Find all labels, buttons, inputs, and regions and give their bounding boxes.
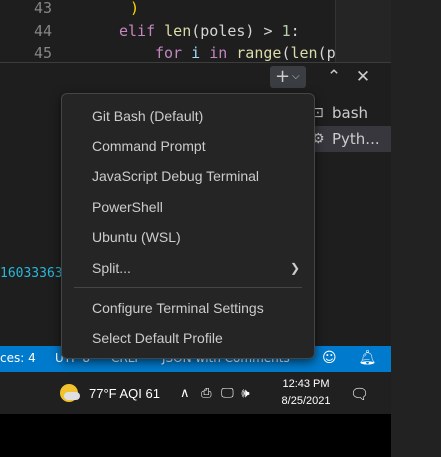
menu-item-label: Ubuntu (WSL) xyxy=(92,229,181,245)
menu-item-label: Split... xyxy=(92,260,131,276)
terminal-output: 16033363 xyxy=(0,266,63,281)
code-editor[interactable]: 43 ) 44 elif len(poles) > 1: 45 for i in… xyxy=(0,0,391,62)
menu-item-label: JavaScript Debug Terminal xyxy=(92,168,260,184)
code-line[interactable]: for i in range(len(p... xyxy=(155,44,363,62)
status-icons: ☺ 🔔︎ xyxy=(322,350,376,366)
terminal-tabs-list: ⊡ bash ⚙ Pyth... xyxy=(306,100,391,152)
menu-item-command-prompt[interactable]: Command Prompt xyxy=(62,132,314,160)
plus-icon: + xyxy=(275,66,291,87)
chevron-down-icon: ⌵ xyxy=(292,71,300,82)
panel-actions: + ⌵ ⌃ ✕ xyxy=(270,66,390,92)
terminal-tab-bash[interactable]: ⊡ bash xyxy=(306,100,391,126)
maximize-panel-button[interactable]: ⌃ xyxy=(323,66,345,88)
code-line[interactable]: ) xyxy=(130,0,139,17)
clock-date: 8/25/2021 xyxy=(281,395,331,407)
network-icon[interactable]: 🖵︎ xyxy=(221,385,234,400)
notification-center-icon[interactable]: 🗨︎ xyxy=(350,385,369,403)
line-number: 45 xyxy=(33,44,52,62)
screen-edge xyxy=(0,414,391,457)
taskbar-clock[interactable]: 12:43 PM 8/25/2021 xyxy=(276,376,336,410)
menu-item-label: Select Default Profile xyxy=(92,330,223,346)
menu-item-powershell[interactable]: PowerShell xyxy=(62,193,314,221)
close-icon: ✕ xyxy=(355,67,371,87)
status-indentation[interactable]: ces: 4 xyxy=(0,351,36,365)
bell-icon[interactable]: 🔔︎ xyxy=(358,350,376,366)
terminal-tab-label: bash xyxy=(332,104,369,122)
editor-minimap[interactable] xyxy=(335,0,392,62)
new-terminal-dropdown-button[interactable]: + ⌵ xyxy=(270,66,306,88)
menu-item-label: Configure Terminal Settings xyxy=(92,300,264,316)
chevron-up-icon: ⌃ xyxy=(326,67,342,87)
volume-icon[interactable]: 🕪︎ xyxy=(241,385,249,400)
menu-item-select-default-profile[interactable]: Select Default Profile xyxy=(62,324,314,352)
menu-item-js-debug-terminal[interactable]: JavaScript Debug Terminal xyxy=(62,162,314,190)
menu-separator xyxy=(74,287,302,288)
weather-widget[interactable]: 77°F AQI 61 xyxy=(89,386,160,401)
weather-cloud-icon xyxy=(64,392,80,400)
close-panel-button[interactable]: ✕ xyxy=(352,66,374,88)
windows-taskbar: 77°F AQI 61 ∧ ⎙ 🖵︎ 🕪︎ 12:43 PM 8/25/2021… xyxy=(0,372,391,414)
menu-item-split[interactable]: Split... ❯ xyxy=(62,254,314,282)
meet-now-icon[interactable]: ⎙ xyxy=(201,385,211,400)
line-number: 44 xyxy=(33,22,52,40)
chevron-right-icon: ❯ xyxy=(289,261,300,275)
new-terminal-profile-menu: Git Bash (Default) Command Prompt JavaSc… xyxy=(61,93,315,359)
menu-item-label: Command Prompt xyxy=(92,138,206,154)
menu-item-label: PowerShell xyxy=(92,199,163,215)
clock-time: 12:43 PM xyxy=(282,378,330,390)
menu-item-git-bash[interactable]: Git Bash (Default) xyxy=(62,102,314,130)
terminal-tab-label: Pyth... xyxy=(332,130,380,148)
menu-item-label: Git Bash (Default) xyxy=(92,108,204,124)
feedback-icon[interactable]: ☺ xyxy=(322,350,337,366)
code-line[interactable]: elif len(poles) > 1: xyxy=(119,22,300,40)
background-window xyxy=(391,0,441,457)
terminal-tab-python[interactable]: ⚙ Pyth... xyxy=(306,126,391,152)
menu-item-configure-terminal-settings[interactable]: Configure Terminal Settings xyxy=(62,294,314,322)
system-tray: ∧ ⎙ 🖵︎ 🕪︎ xyxy=(180,385,250,401)
menu-item-ubuntu-wsl[interactable]: Ubuntu (WSL) xyxy=(62,223,314,251)
chevron-up-icon[interactable]: ∧ xyxy=(180,385,190,400)
line-number: 43 xyxy=(33,0,52,17)
